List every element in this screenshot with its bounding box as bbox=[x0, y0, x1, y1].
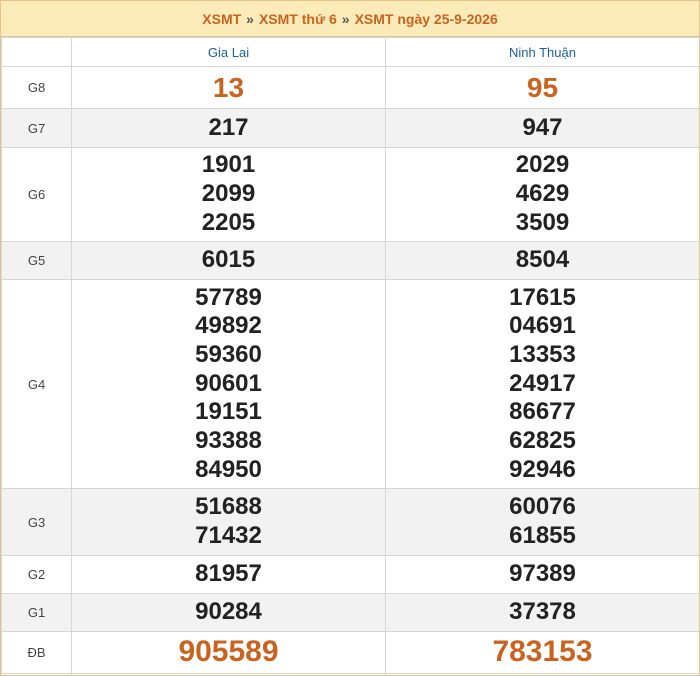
prize-numbers: 1901 2099 2205 bbox=[71, 147, 386, 242]
province-header-row: Gia Lai Ninh Thuận bbox=[1, 37, 699, 67]
prize-number: 62825 bbox=[509, 427, 576, 455]
prize-number: 97389 bbox=[509, 560, 576, 588]
special-prize-number: 783153 bbox=[385, 631, 699, 674]
prize-number: 947 bbox=[522, 113, 563, 141]
prize-number: 2099 bbox=[201, 180, 256, 208]
prize-number: 4629 bbox=[515, 180, 570, 208]
prize-number: 71432 bbox=[195, 522, 262, 549]
special-prize-number: 905589 bbox=[71, 631, 386, 674]
prize-number: 2205 bbox=[201, 208, 256, 236]
prize-label: G5 bbox=[1, 241, 72, 280]
prize-number: 93388 bbox=[195, 427, 262, 455]
prize-label: ĐB bbox=[1, 631, 72, 674]
prize-numbers: 217 bbox=[71, 108, 386, 148]
results-table: Gia Lai Ninh Thuận G8 13 95 G7 217 947 G… bbox=[1, 37, 699, 674]
prize-number: 92946 bbox=[509, 455, 576, 483]
prize-numbers: 97389 bbox=[385, 555, 699, 594]
prize-number: 2029 bbox=[515, 151, 570, 179]
prize-number: 13353 bbox=[509, 340, 576, 368]
prize-number: 60076 bbox=[509, 493, 576, 521]
prize-numbers: 90284 bbox=[71, 593, 386, 632]
prize-number: 217 bbox=[208, 113, 249, 141]
prize-label: G2 bbox=[1, 555, 72, 594]
prize-label: G8 bbox=[1, 66, 72, 109]
prize-number: 59360 bbox=[195, 340, 262, 368]
prize-number: 04691 bbox=[509, 312, 576, 340]
prize-label: G4 bbox=[1, 279, 72, 489]
prize-label: G6 bbox=[1, 147, 72, 242]
breadcrumb-link-xsmt[interactable]: XSMT bbox=[202, 11, 241, 27]
breadcrumb-link-friday[interactable]: XSMT thứ 6 bbox=[259, 11, 337, 27]
prize-numbers: 60076 61855 bbox=[385, 488, 699, 556]
prize-number: 6015 bbox=[201, 246, 256, 274]
prize-numbers: 6015 bbox=[71, 241, 386, 280]
prize-number: 86677 bbox=[509, 398, 576, 426]
prize-numbers: 17615 04691 13353 24917 86677 62825 9294… bbox=[385, 279, 699, 489]
prize-number: 51688 bbox=[195, 493, 262, 521]
prize-number: 3509 bbox=[515, 208, 570, 236]
breadcrumb-link-date[interactable]: XSMT ngày 25-9-2026 bbox=[355, 11, 498, 27]
prize-numbers: 95 bbox=[385, 66, 699, 109]
prize-numbers: 8504 bbox=[385, 241, 699, 280]
prize-number: 8504 bbox=[515, 246, 570, 274]
prize-row-g5: G5 6015 8504 bbox=[1, 241, 699, 280]
prize-label: G1 bbox=[1, 593, 72, 632]
province-name[interactable]: Gia Lai bbox=[71, 37, 386, 67]
prize-number: 1901 bbox=[201, 151, 256, 179]
prize-number: 90601 bbox=[195, 369, 262, 397]
corner-cell bbox=[1, 37, 72, 67]
prize-row-g8: G8 13 95 bbox=[1, 66, 699, 109]
prize-numbers: 81957 bbox=[71, 555, 386, 594]
prize-numbers: 2029 4629 3509 bbox=[385, 147, 699, 242]
prize-numbers: 13 bbox=[71, 66, 386, 109]
prize-number: 905589 bbox=[178, 635, 279, 669]
prize-number: 13 bbox=[212, 71, 245, 103]
prize-number: 90284 bbox=[195, 598, 262, 626]
prize-number: 783153 bbox=[492, 635, 593, 669]
prize-row-g3: G3 51688 71432 60076 61855 bbox=[1, 488, 699, 556]
prize-numbers: 947 bbox=[385, 108, 699, 148]
prize-number: 84950 bbox=[195, 455, 262, 483]
prize-numbers: 37378 bbox=[385, 593, 699, 632]
prize-row-g7: G7 217 947 bbox=[1, 108, 699, 148]
prize-number: 95 bbox=[526, 71, 559, 103]
prize-number: 57789 bbox=[195, 283, 262, 311]
prize-number: 81957 bbox=[195, 560, 262, 588]
prize-label: G7 bbox=[1, 108, 72, 148]
results-panel: XSMT » XSMT thứ 6 » XSMT ngày 25-9-2026 … bbox=[0, 0, 700, 676]
prize-row-g1: G1 90284 37378 bbox=[1, 593, 699, 632]
prize-row-g4: G4 57789 49892 59360 90601 19151 93388 8… bbox=[1, 279, 699, 489]
prize-numbers: 51688 71432 bbox=[71, 488, 386, 556]
prize-label: G3 bbox=[1, 488, 72, 556]
prize-number: 49892 bbox=[195, 312, 262, 340]
breadcrumb-separator: » bbox=[341, 10, 350, 27]
province-name[interactable]: Ninh Thuận bbox=[385, 37, 699, 67]
prize-number: 61855 bbox=[509, 522, 576, 549]
prize-number: 37378 bbox=[509, 598, 576, 626]
prize-number: 24917 bbox=[509, 369, 576, 397]
breadcrumb-separator: » bbox=[246, 10, 254, 27]
breadcrumb: XSMT » XSMT thứ 6 » XSMT ngày 25-9-2026 bbox=[1, 1, 699, 37]
prize-row-special: ĐB 905589 783153 bbox=[1, 631, 699, 674]
prize-row-g6: G6 1901 2099 2205 2029 4629 3509 bbox=[1, 147, 699, 242]
prize-row-g2: G2 81957 97389 bbox=[1, 555, 699, 594]
prize-numbers: 57789 49892 59360 90601 19151 93388 8495… bbox=[71, 279, 386, 489]
prize-number: 19151 bbox=[195, 398, 262, 426]
prize-number: 17615 bbox=[509, 283, 576, 311]
